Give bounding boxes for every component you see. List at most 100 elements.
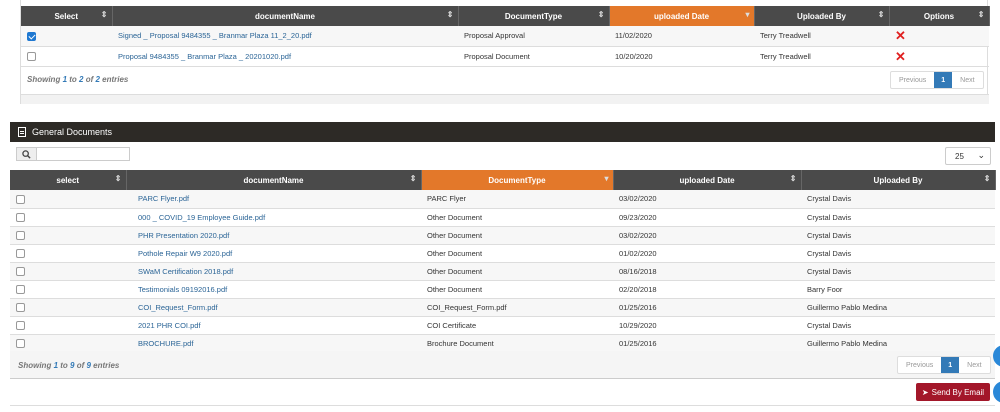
document-link[interactable]: BROCHURE.pdf bbox=[138, 339, 193, 348]
search-bar bbox=[16, 147, 130, 161]
next-page-button[interactable]: Next bbox=[952, 72, 982, 88]
uploaded-date: 01/25/2016 bbox=[613, 334, 801, 353]
row-checkbox[interactable] bbox=[16, 230, 25, 240]
uploaded-by: Terry Treadwell bbox=[754, 46, 889, 67]
sort-icon: ⇕ bbox=[983, 174, 991, 183]
table-row: SWaM Certification 2018.pdf Other Documen… bbox=[10, 262, 995, 281]
page-size-select[interactable]: 25 ⌄ bbox=[945, 147, 991, 165]
uploaded-date: 11/02/2020 bbox=[609, 26, 754, 47]
uploaded-date: 02/20/2018 bbox=[613, 280, 801, 299]
document-type: Other Document bbox=[421, 262, 613, 281]
search-input[interactable] bbox=[37, 147, 130, 161]
table-footer bbox=[10, 351, 995, 379]
document-link[interactable]: Pothole Repair W9 2020.pdf bbox=[138, 249, 232, 258]
uploaded-date: 10/29/2020 bbox=[613, 316, 801, 335]
document-link[interactable]: 000 _ COVID_19 Employee Guide.pdf bbox=[138, 213, 265, 222]
row-checkbox[interactable] bbox=[27, 31, 36, 41]
general-documents-table: select ⇕ documentName ⇕ DocumentType ▾ uplo… bbox=[10, 170, 996, 353]
row-checkbox[interactable] bbox=[16, 248, 25, 258]
scroll-strip bbox=[21, 94, 989, 104]
uploaded-by: Crystal Davis bbox=[801, 244, 995, 263]
uploaded-by: Crystal Davis bbox=[801, 316, 995, 335]
document-link[interactable]: 2021 PHR COI.pdf bbox=[138, 321, 201, 330]
sort-icon: ⇕ bbox=[597, 10, 605, 19]
row-checkbox[interactable] bbox=[27, 51, 36, 61]
document-link[interactable]: SWaM Certification 2018.pdf bbox=[138, 267, 233, 276]
pagination: Previous 1 Next bbox=[890, 71, 984, 89]
uploaded-by: Terry Treadwell bbox=[754, 26, 889, 47]
pagination: Previous 1 Next bbox=[897, 356, 991, 374]
sort-icon: ⇕ bbox=[409, 174, 417, 183]
paper-plane-icon: ➤ bbox=[921, 387, 929, 397]
table-info: Showing 1 to 9 of 9 entries bbox=[18, 361, 120, 370]
uploaded-date: 09/23/2020 bbox=[613, 208, 801, 227]
uploaded-date: 03/02/2020 bbox=[613, 190, 801, 209]
table-row: 2021 PHR COI.pdf COI Certificate 10/29/202… bbox=[10, 316, 995, 335]
delete-icon[interactable]: ✕ bbox=[895, 28, 906, 43]
sort-icon: ⇕ bbox=[100, 10, 108, 19]
table-row: PHR Presentation 2020.pdf Other Document 0… bbox=[10, 226, 995, 245]
column-header-select[interactable]: Select ⇕ bbox=[21, 6, 113, 26]
document-type: Brochure Document bbox=[421, 334, 613, 353]
chevron-down-icon: ⌄ bbox=[977, 150, 985, 160]
column-header-document-type[interactable]: DocumentType ⇕ bbox=[458, 6, 610, 26]
document-type: Other Document bbox=[421, 208, 613, 227]
sort-icon: ⇕ bbox=[446, 10, 454, 19]
sort-icon: ⇕ bbox=[877, 10, 885, 19]
column-header-document-name[interactable]: documentName ⇕ bbox=[112, 6, 459, 26]
uploaded-by: Crystal Davis bbox=[801, 262, 995, 281]
column-header-select[interactable]: select ⇕ bbox=[10, 170, 127, 190]
table-row: 000 _ COVID_19 Employee Guide.pdf Other D… bbox=[10, 208, 995, 227]
document-link[interactable]: COI_Request_Form.pdf bbox=[138, 303, 218, 312]
next-page-button[interactable]: Next bbox=[959, 357, 989, 373]
page-1-button[interactable]: 1 bbox=[941, 357, 960, 373]
table-row: BROCHURE.pdf Brochure Document 01/25/2016 G… bbox=[10, 334, 995, 353]
document-type: PARC Flyer bbox=[421, 190, 613, 209]
row-checkbox[interactable] bbox=[16, 266, 25, 276]
row-checkbox[interactable] bbox=[16, 320, 25, 330]
row-checkbox[interactable] bbox=[16, 194, 25, 204]
table-row: Signed _ Proposal 9484355 _ Branmar Plaz… bbox=[21, 26, 989, 47]
delete-icon[interactable]: ✕ bbox=[895, 49, 906, 64]
row-checkbox[interactable] bbox=[16, 284, 25, 294]
uploaded-by: Crystal Davis bbox=[801, 226, 995, 245]
floating-action-button[interactable] bbox=[993, 381, 1000, 403]
row-checkbox[interactable] bbox=[16, 212, 25, 222]
uploaded-date: 03/02/2020 bbox=[613, 226, 801, 245]
proposal-documents-table: Select ⇕ documentName ⇕ DocumentType ⇕ uplo… bbox=[21, 6, 990, 67]
uploaded-by: Barry Foor bbox=[801, 280, 995, 299]
sort-icon: ⇕ bbox=[789, 174, 797, 183]
column-header-uploaded-date[interactable]: uploaded Date ▾ bbox=[609, 6, 755, 26]
document-link[interactable]: PARC Flyer.pdf bbox=[138, 194, 189, 203]
uploaded-date: 01/02/2020 bbox=[613, 244, 801, 263]
column-header-uploaded-by[interactable]: Uploaded By ⇕ bbox=[801, 170, 996, 190]
column-header-document-type[interactable]: DocumentType ▾ bbox=[421, 170, 614, 190]
document-type: COI Certificate bbox=[421, 316, 613, 335]
column-header-uploaded-date[interactable]: uploaded Date ⇕ bbox=[613, 170, 802, 190]
document-link[interactable]: PHR Presentation 2020.pdf bbox=[138, 231, 229, 240]
column-header-options[interactable]: Options ⇕ bbox=[889, 6, 990, 26]
row-checkbox[interactable] bbox=[16, 338, 25, 348]
document-type: Other Document bbox=[421, 280, 613, 299]
column-header-uploaded-by[interactable]: Uploaded By ⇕ bbox=[754, 6, 890, 26]
previous-page-button[interactable]: Previous bbox=[891, 72, 934, 88]
divider bbox=[10, 405, 995, 406]
row-checkbox[interactable] bbox=[16, 302, 25, 312]
document-type: Other Document bbox=[421, 244, 613, 263]
search-icon bbox=[16, 147, 37, 161]
page-1-button[interactable]: 1 bbox=[934, 72, 953, 88]
sort-desc-icon: ▾ bbox=[604, 174, 609, 183]
uploaded-date: 10/20/2020 bbox=[609, 46, 754, 67]
uploaded-date: 08/16/2018 bbox=[613, 262, 801, 281]
uploaded-by: Crystal Davis bbox=[801, 190, 995, 209]
send-by-email-button[interactable]: ➤ Send By Email bbox=[916, 383, 990, 401]
document-link[interactable]: Proposal 9484355 _ Branmar Plaza _ 20201… bbox=[118, 52, 291, 61]
uploaded-by: Guillermo Pablo Medina bbox=[801, 334, 995, 353]
previous-page-button[interactable]: Previous bbox=[898, 357, 941, 373]
sort-icon: ⇕ bbox=[977, 10, 985, 19]
table-row: PARC Flyer.pdf PARC Flyer 03/02/2020 Crysta… bbox=[10, 190, 995, 209]
column-header-document-name[interactable]: documentName ⇕ bbox=[126, 170, 422, 190]
uploaded-by: Crystal Davis bbox=[801, 208, 995, 227]
document-link[interactable]: Testimonials 09192016.pdf bbox=[138, 285, 227, 294]
document-link[interactable]: Signed _ Proposal 9484355 _ Branmar Plaz… bbox=[118, 31, 312, 40]
